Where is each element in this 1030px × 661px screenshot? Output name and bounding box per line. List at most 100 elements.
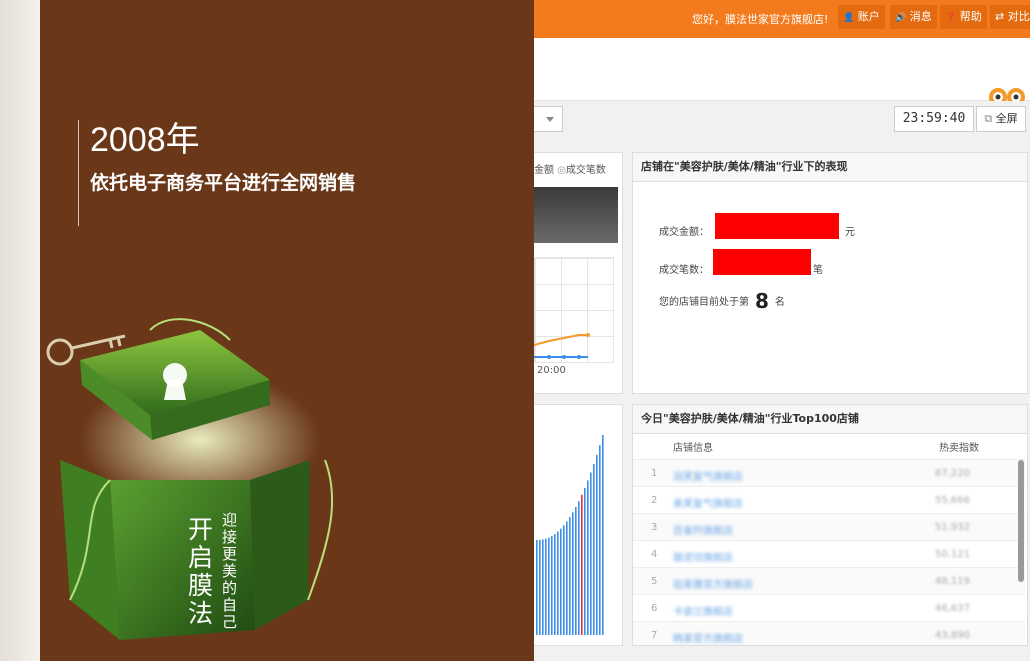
rank-value: 8 [755, 289, 769, 313]
row-hot-index: 46,637 [935, 603, 970, 614]
bar [548, 537, 550, 635]
top100-title: 今日"美容护肤/美体/精油"行业Top100店铺 [633, 405, 1027, 434]
fullscreen-label: 全屏 [995, 112, 1018, 125]
bar [554, 533, 556, 635]
row-shop-link[interactable]: 御泥坊旗舰店 [673, 549, 733, 564]
cube-subtitle: 迎接更美的自己 [222, 511, 238, 631]
row-hot-index: 51,932 [935, 522, 970, 533]
bar [536, 540, 538, 635]
performance-title: 店铺在"美容护肤/美体/精油"行业下的表现 [633, 153, 1027, 182]
row-rank: 6 [651, 603, 658, 614]
row-rank: 4 [651, 549, 658, 560]
row-rank: 3 [651, 522, 658, 533]
bar [587, 480, 589, 635]
bar [539, 539, 541, 635]
shop-performance-panel: 店铺在"美容护肤/美体/精油"行业下的表现 成交金额： 元 成交笔数： 笔 您的… [632, 152, 1028, 394]
row-shop-link[interactable]: 卡姿兰旗舰店 [673, 603, 733, 618]
compare-button[interactable]: ⇄ 对比 [990, 5, 1030, 29]
external-link-icon: ⧉ [984, 112, 993, 125]
trend-lines [534, 333, 590, 359]
row-rank: 1 [651, 468, 658, 479]
bar [566, 521, 568, 635]
scrollbar[interactable] [1018, 460, 1024, 582]
col-shop-info: 店铺信息 [673, 443, 713, 454]
bar [542, 539, 544, 635]
row-shop-link[interactable]: 百雀羚旗舰店 [673, 522, 733, 537]
amount-series-line [534, 334, 588, 346]
top100-panel: 今日"美容护肤/美体/精油"行业Top100店铺 店铺信息 热卖指数 1 润芙复气… [632, 404, 1028, 646]
bar [602, 435, 604, 635]
bar [551, 535, 553, 635]
row-hot-index: 67,220 [935, 468, 970, 479]
count-point [547, 355, 551, 359]
fullscreen-button[interactable]: ⧉ 全屏 [976, 106, 1026, 132]
bar [569, 517, 571, 635]
count-row: 成交笔数： [659, 261, 709, 276]
bar [581, 494, 583, 635]
count-label: 成交笔数： [659, 265, 709, 276]
row-rank: 2 [651, 495, 658, 506]
trend-chart-panel: 金额 ◎成交笔数 20:00 [534, 152, 623, 394]
cube-title: 开启膜法 [188, 515, 214, 628]
bar [557, 531, 559, 635]
bar [590, 472, 592, 635]
table-row[interactable]: 4 御泥坊旗舰店 50,121 [633, 540, 1025, 568]
amount-row: 成交金额： [659, 223, 709, 238]
bar [545, 538, 547, 635]
rank-row: 您的店铺目前处于第 8 名 [659, 289, 785, 313]
legend-count[interactable]: 成交笔数 [566, 165, 606, 176]
share-icon: ⇄ [995, 10, 1005, 23]
row-hot-index: 55,666 [935, 495, 970, 506]
row-shop-link[interactable]: 韩束官方旗舰店 [673, 630, 743, 645]
account-label: 账户 [857, 10, 880, 23]
bar-chart-panel [534, 404, 623, 646]
x-tick-label: 20:00 [537, 365, 566, 376]
clock-display: 23:59:40 [894, 106, 974, 132]
amount-unit: 元 [845, 227, 855, 238]
promo-slogan: 依托电子商务平台进行全网销售 [90, 172, 357, 194]
rank-prefix: 您的店铺目前处于第 [659, 297, 749, 308]
table-row[interactable]: 7 韩束官方旗舰店 43,890 [633, 621, 1025, 645]
row-shop-link[interactable]: 美芙复气旗舰店 [673, 495, 743, 510]
bar [563, 525, 565, 635]
table-row[interactable]: 5 珀莱雅官方旗舰店 48,119 [633, 567, 1025, 595]
bar [584, 487, 586, 635]
chart-legend: 金额 ◎成交笔数 [534, 161, 606, 176]
account-button[interactable]: 👤 账户 [838, 5, 885, 29]
bar [560, 528, 562, 635]
date-select[interactable] [534, 106, 563, 132]
table-row[interactable]: 3 百雀羚旗舰店 51,932 [633, 513, 1025, 541]
chart-overview-band [534, 187, 618, 243]
table-row[interactable]: 6 卡姿兰旗舰店 46,637 [633, 594, 1025, 622]
bar [575, 506, 577, 635]
count-unit: 笔 [813, 265, 823, 276]
amount-label: 成交金额： [659, 227, 709, 238]
bar [572, 512, 574, 635]
col-hot-index: 热卖指数 [939, 443, 979, 454]
header-area [534, 38, 1030, 101]
row-shop-link[interactable]: 润芙复气旗舰店 [673, 468, 743, 483]
messages-button[interactable]: 🔊 消息 [890, 5, 937, 29]
left-texture-strip [0, 0, 40, 661]
legend-amount[interactable]: 金额 [534, 165, 554, 176]
greeting-text: 您好，膜法世家官方旗舰店! [692, 13, 829, 26]
top-nav-bar: 您好，膜法世家官方旗舰店! 👤 账户 🔊 消息 ❓ 帮助 ⇄ 对比 [534, 0, 1030, 38]
help-label: 帮助 [959, 10, 982, 23]
row-rank: 7 [651, 630, 658, 641]
row-hot-index: 43,890 [935, 630, 970, 641]
table-row[interactable]: 2 美芙复气旗舰店 55,666 [633, 486, 1025, 514]
rank-suffix: 名 [774, 297, 785, 308]
chevron-down-icon [546, 117, 554, 122]
radio-icon[interactable]: ◎ [557, 165, 566, 176]
bar [599, 445, 601, 635]
bar [596, 454, 598, 635]
table-row[interactable]: 1 润芙复气旗舰店 67,220 [633, 459, 1025, 487]
row-hot-index: 48,119 [935, 576, 970, 587]
amount-point [586, 333, 590, 337]
redacted-count [713, 249, 811, 275]
compare-label: 对比 [1007, 10, 1030, 23]
row-shop-link[interactable]: 珀莱雅官方旗舰店 [673, 576, 753, 591]
hourly-bar-chart [536, 435, 604, 635]
promo-year: 2008年 [90, 121, 200, 159]
help-button[interactable]: ❓ 帮助 [940, 5, 987, 29]
